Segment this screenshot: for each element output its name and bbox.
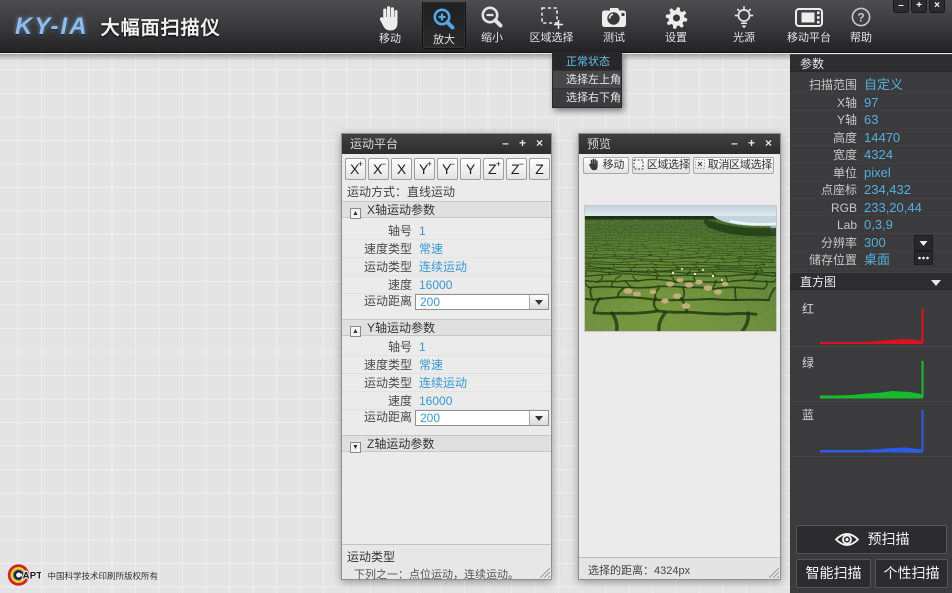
svg-text:红: 红 (802, 301, 814, 316)
svg-text:?: ? (857, 11, 864, 25)
svg-text:APT: APT (23, 570, 41, 581)
svg-text:蓝: 蓝 (802, 408, 814, 422)
svg-text:绿: 绿 (802, 355, 814, 370)
